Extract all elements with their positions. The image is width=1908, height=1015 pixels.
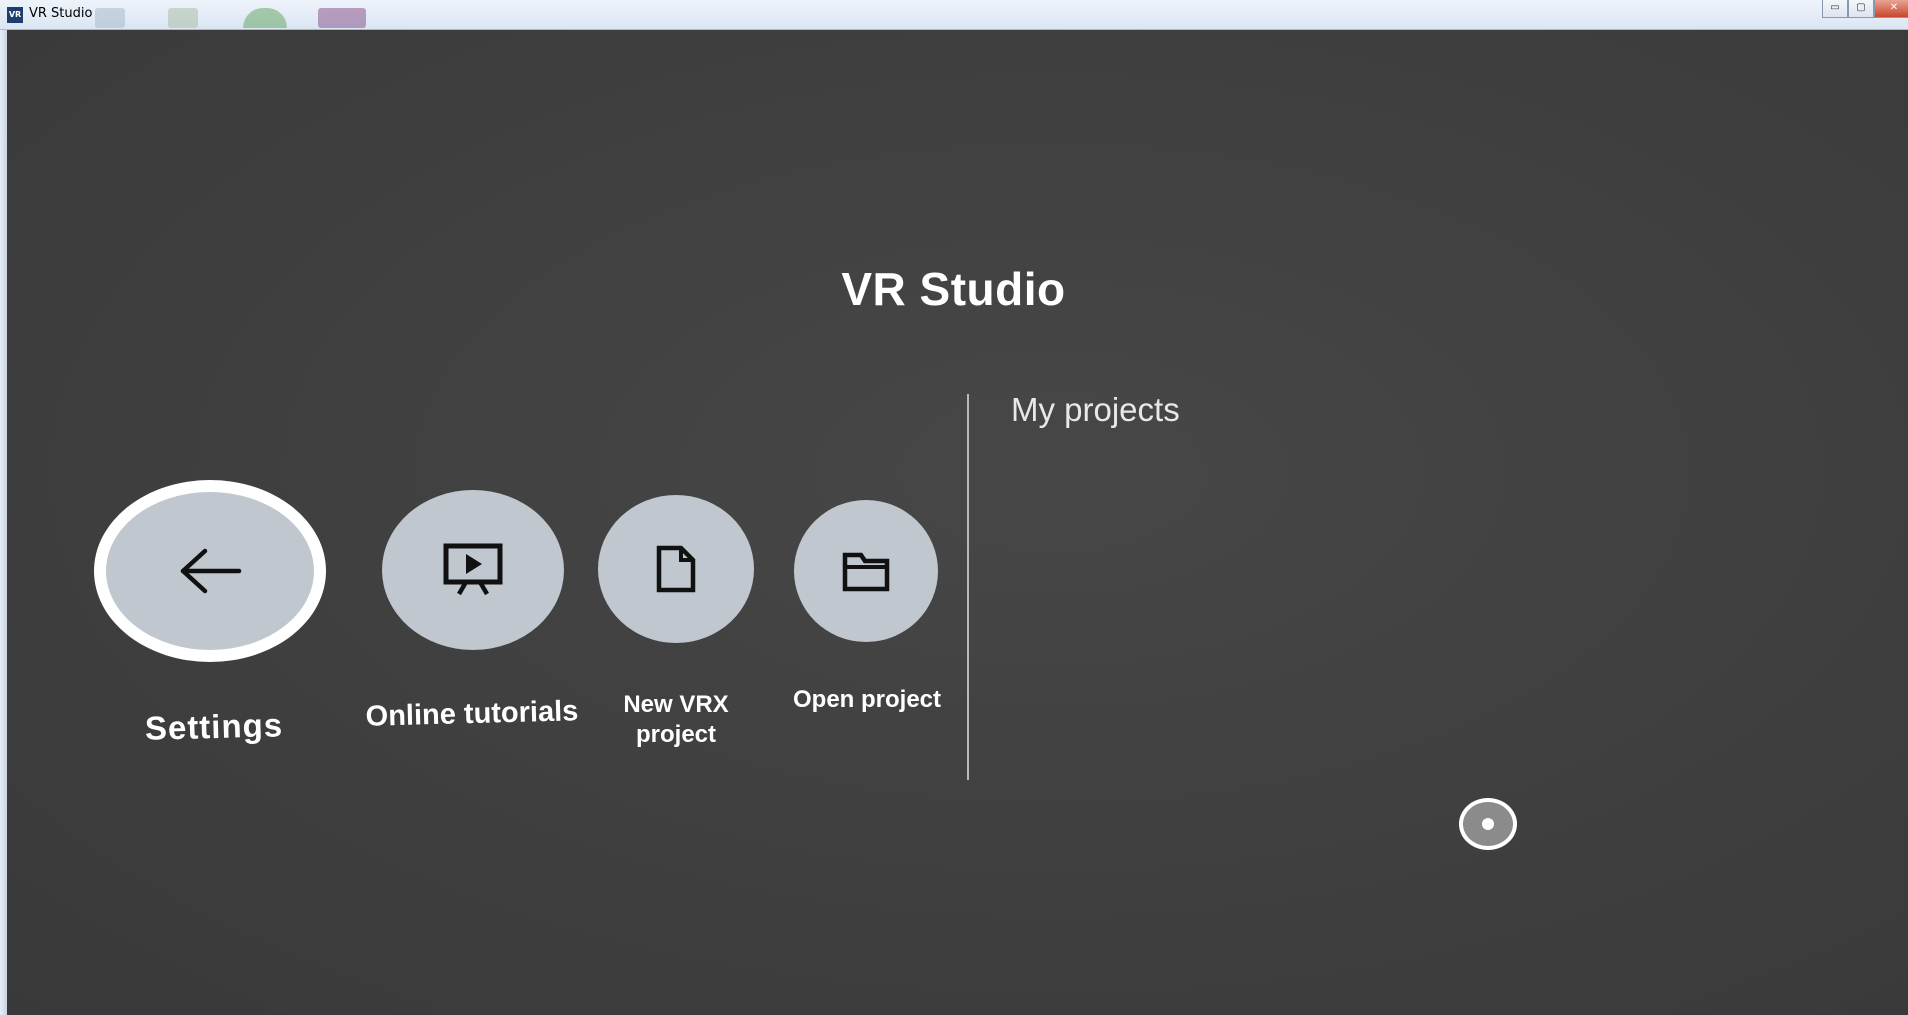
window-controls: ▭ ▢ ✕ <box>1822 0 1908 20</box>
new-project-label: New VRX project <box>623 691 729 748</box>
pointer-dot <box>1482 818 1494 830</box>
online-tutorials-circle[interactable] <box>382 490 564 650</box>
arrow-left-icon <box>180 548 242 594</box>
vr-studio-home: VR Studio Settings Online tutorials New … <box>7 30 1908 1015</box>
open-project-circle[interactable] <box>794 500 938 642</box>
minimize-icon: ▭ <box>1830 2 1840 13</box>
maximize-icon: ▢ <box>1856 2 1866 13</box>
page-title: VR Studio <box>841 263 1066 315</box>
open-project-label: Open project <box>792 686 942 713</box>
vr-pointer-cursor <box>1459 798 1517 850</box>
app-logo-icon: VR <box>7 7 23 23</box>
taskbar-ghost-icon <box>318 8 366 28</box>
section-divider <box>967 394 969 780</box>
minimize-button[interactable]: ▭ <box>1822 0 1848 18</box>
window-titlebar[interactable]: VR VR Studio ▭ ▢ ✕ <box>0 0 1908 30</box>
taskbar-ghost-icon <box>168 8 198 28</box>
online-tutorials-label: Online tutorials <box>365 695 579 733</box>
settings-circle[interactable] <box>94 480 326 662</box>
window-border <box>0 30 7 1015</box>
new-project-button[interactable]: New VRX project <box>590 495 770 755</box>
new-file-icon <box>656 545 696 593</box>
window-title: VR Studio <box>29 6 93 21</box>
close-button[interactable]: ✕ <box>1874 0 1908 18</box>
maximize-button[interactable]: ▢ <box>1848 0 1874 18</box>
open-project-button[interactable]: Open project <box>782 500 952 720</box>
settings-button[interactable]: Settings <box>94 480 334 755</box>
taskbar-ghost-icon <box>243 8 287 28</box>
presentation-play-icon <box>443 543 503 596</box>
close-icon: ✕ <box>1889 2 1899 13</box>
folder-icon <box>842 552 890 592</box>
settings-label: Settings <box>144 706 284 747</box>
my-projects-heading: My projects <box>1011 391 1180 428</box>
app-window: VR VR Studio ▭ ▢ ✕ VR Studio Settings On… <box>0 0 1908 1015</box>
online-tutorials-button[interactable]: Online tutorials <box>362 490 582 750</box>
taskbar-ghost-icon <box>95 8 125 28</box>
new-project-circle[interactable] <box>598 495 754 643</box>
